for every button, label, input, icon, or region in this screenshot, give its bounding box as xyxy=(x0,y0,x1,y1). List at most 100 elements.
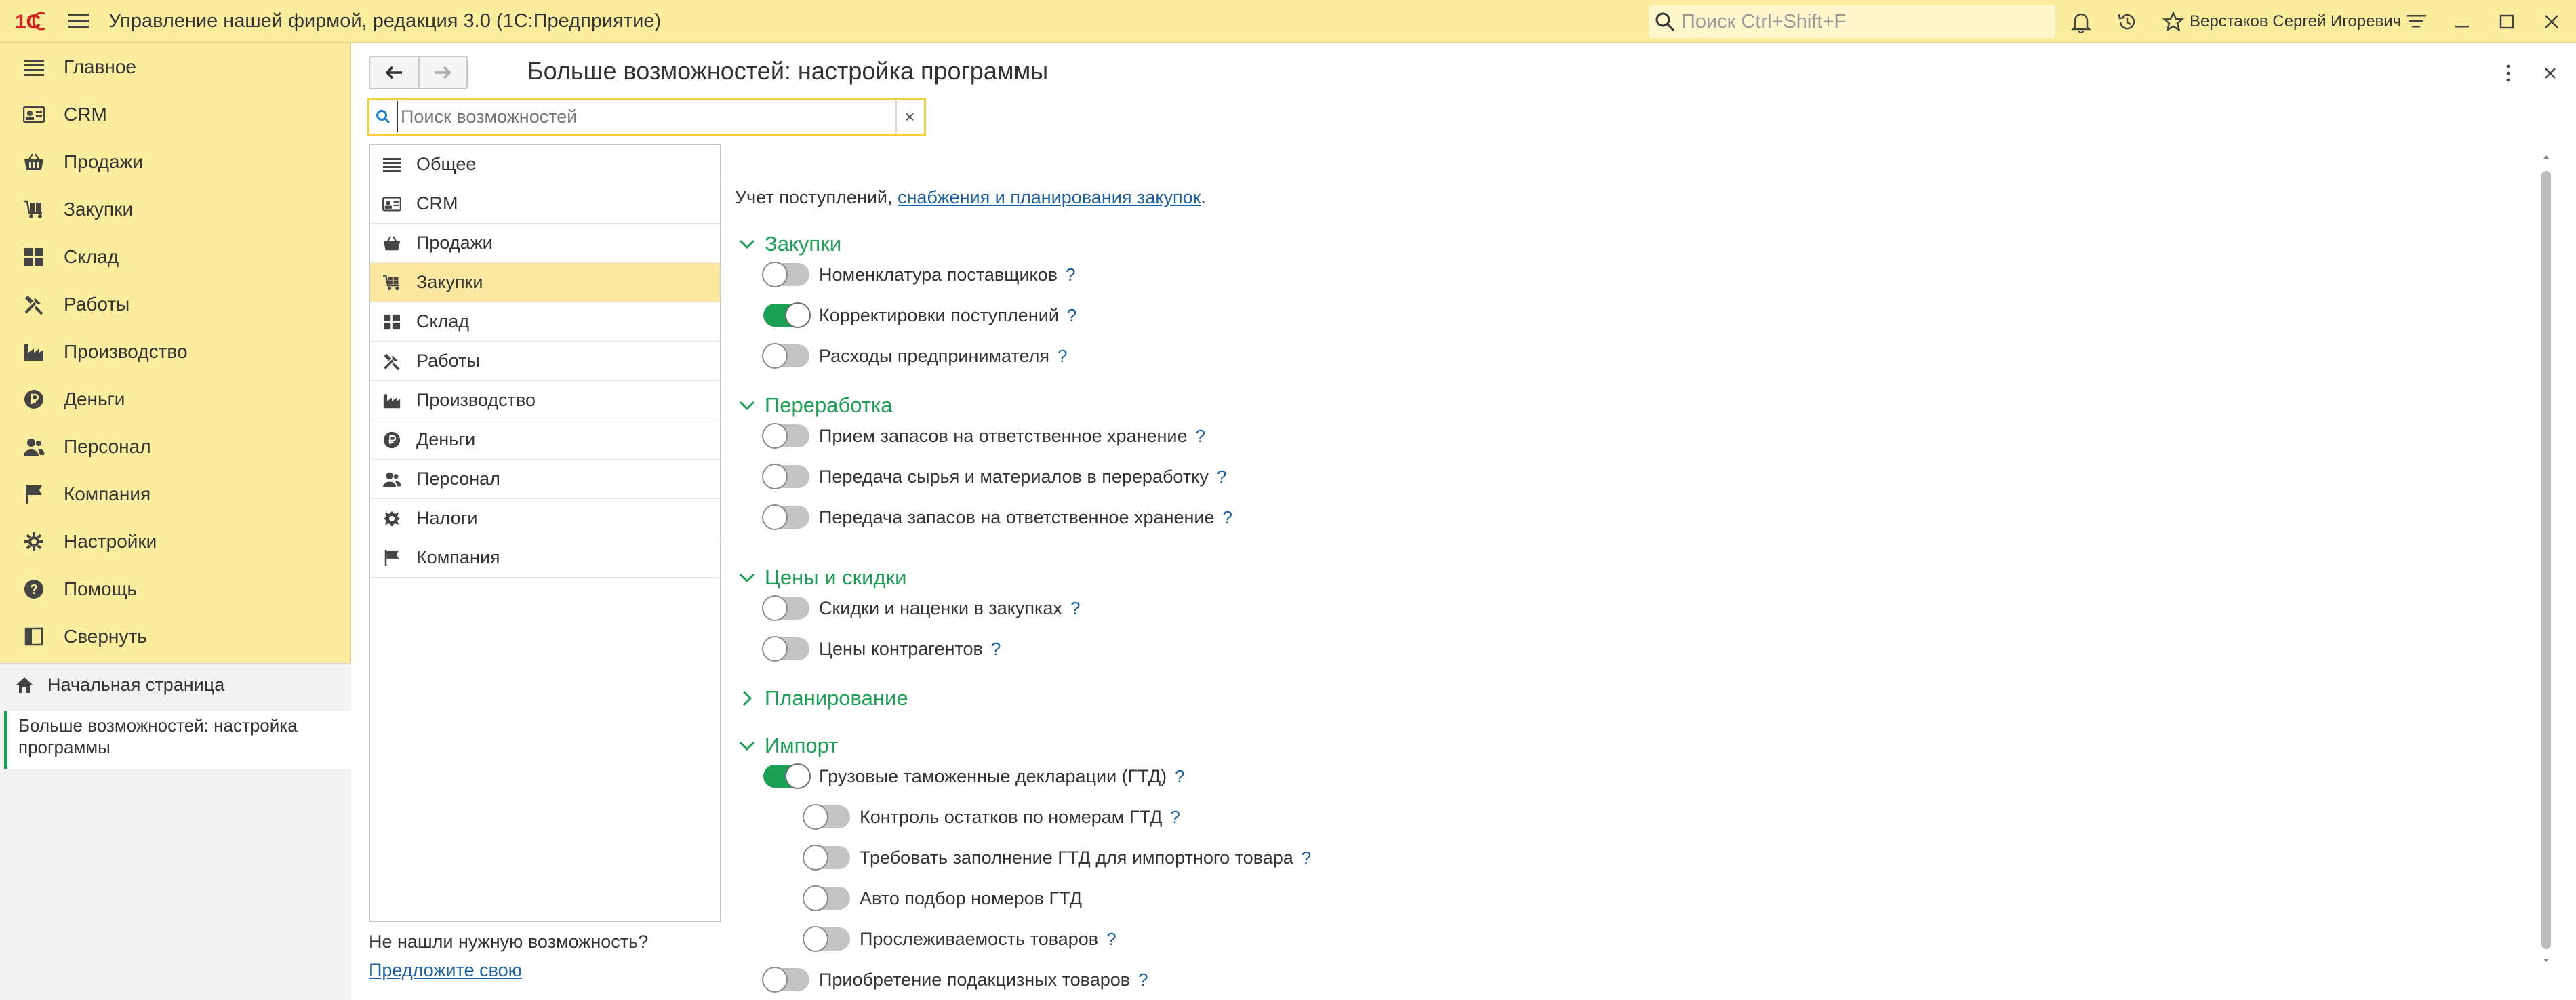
option-toggle[interactable] xyxy=(803,804,850,830)
settings-menu-icon[interactable] xyxy=(2394,0,2438,43)
group-header-purchases[interactable]: Закупки xyxy=(738,232,841,256)
section-item-personnel[interactable]: Персонал xyxy=(370,460,720,499)
sidebar-item-money[interactable]: Деньги xyxy=(0,376,351,423)
sidebar-item-works[interactable]: Работы xyxy=(0,281,351,328)
group-header-import[interactable]: Импорт xyxy=(738,734,838,758)
suggest-link[interactable]: Предложите свою xyxy=(369,960,522,981)
sidebar-item-label: Склад xyxy=(64,246,119,267)
people-icon xyxy=(20,433,47,460)
clear-search-button[interactable]: × xyxy=(895,100,923,134)
option-toggle[interactable] xyxy=(803,845,850,871)
option-toggle[interactable] xyxy=(762,504,809,530)
warehouse-icon xyxy=(381,311,403,333)
sidebar-item-main[interactable]: Главное xyxy=(0,43,351,91)
maximize-icon[interactable] xyxy=(2485,0,2529,43)
option-toggle[interactable] xyxy=(762,262,809,287)
group-header-processing[interactable]: Переработка xyxy=(738,393,892,418)
section-item-sales[interactable]: Продажи xyxy=(370,224,720,263)
group-title: Переработка xyxy=(765,393,893,417)
sidebar-item-purchases[interactable]: Закупки xyxy=(0,186,351,233)
help-link[interactable]: ? xyxy=(1106,929,1116,950)
option-toggle[interactable] xyxy=(762,967,809,993)
sidebar-item-crm[interactable]: CRM xyxy=(0,91,351,138)
option-toggle[interactable] xyxy=(763,302,811,328)
option-toggle[interactable] xyxy=(803,926,850,952)
sidebar-item-settings[interactable]: Настройки xyxy=(0,518,351,565)
section-item-company[interactable]: Компания xyxy=(370,538,720,578)
form-close-icon[interactable] xyxy=(2537,60,2564,87)
chevron-down-icon xyxy=(738,235,757,254)
section-item-purchases[interactable]: Закупки xyxy=(370,263,720,302)
close-icon[interactable] xyxy=(2530,0,2573,43)
chevron-right-icon xyxy=(738,689,757,708)
option-label: Приобретение подакцизных товаров xyxy=(819,969,1131,990)
section-label: CRM xyxy=(416,193,458,214)
help-link[interactable]: ? xyxy=(1223,507,1232,528)
global-search-placeholder: Поиск Ctrl+Shift+F xyxy=(1681,10,1847,33)
bell-icon[interactable] xyxy=(2059,0,2103,43)
option-label: Требовать заполнение ГТД для импортного … xyxy=(860,847,1293,868)
user-name[interactable]: Верстаков Сергей Игоревич xyxy=(2190,12,2401,31)
scrollbar-thumb[interactable] xyxy=(2541,171,2551,949)
group-header-prices[interactable]: Цены и скидки xyxy=(738,565,906,590)
help-link[interactable]: ? xyxy=(1217,466,1226,487)
help-link[interactable]: ? xyxy=(1066,264,1075,285)
sidebar-item-production[interactable]: Производство xyxy=(0,328,351,376)
help-link[interactable]: ? xyxy=(1138,969,1148,991)
option-toggle[interactable] xyxy=(763,763,811,789)
option-label: Прослеживаемость товаров xyxy=(860,928,1099,949)
minimize-icon[interactable] xyxy=(2440,0,2484,43)
sidebar-item-warehouse[interactable]: Склад xyxy=(0,233,351,281)
more-actions-icon[interactable] xyxy=(2495,60,2522,87)
help-link[interactable]: ? xyxy=(1170,807,1180,828)
section-item-crm[interactable]: CRM xyxy=(370,184,720,224)
history-icon[interactable] xyxy=(2106,0,2149,43)
back-button[interactable] xyxy=(370,57,418,88)
option-toggle[interactable] xyxy=(762,636,809,662)
help-link[interactable]: ? xyxy=(1195,426,1205,447)
section-item-taxes[interactable]: Налоги xyxy=(370,499,720,538)
group-title: Импорт xyxy=(765,734,839,757)
option-toggle[interactable] xyxy=(762,343,809,369)
help-link[interactable]: ? xyxy=(1175,766,1184,787)
help-link[interactable]: ? xyxy=(1058,346,1067,367)
flag-icon xyxy=(381,547,403,569)
section-label: Деньги xyxy=(416,429,476,449)
option-label: Передача сырья и материалов в переработк… xyxy=(819,466,1209,487)
main-menu-icon[interactable] xyxy=(64,0,94,43)
sidebar-item-personnel[interactable]: Персонал xyxy=(0,423,351,471)
section-item-general[interactable]: Общее xyxy=(370,145,720,184)
1c-logo[interactable]: 1С xyxy=(12,0,56,43)
home-page-link[interactable]: Начальная страница xyxy=(0,664,351,705)
sidebar-item-help[interactable]: ? Помощь xyxy=(0,565,351,613)
section-item-warehouse[interactable]: Склад xyxy=(370,302,720,342)
option-toggle[interactable] xyxy=(803,885,850,911)
star-icon[interactable] xyxy=(2152,0,2195,43)
section-item-production[interactable]: Производство xyxy=(370,381,720,420)
sidebar-item-sales[interactable]: Продажи xyxy=(0,138,351,186)
intro-link[interactable]: снабжения и планирования закупок xyxy=(898,187,1201,207)
section-item-money[interactable]: Деньги xyxy=(370,420,720,460)
option-row: Прослеживаемость товаров ? xyxy=(803,926,1116,952)
sidebar-item-collapse[interactable]: Свернуть xyxy=(0,613,351,660)
option-label: Номенклатура поставщиков xyxy=(819,264,1058,285)
sidebar: Главное CRM Продажи Закупки Склад Работы… xyxy=(0,43,351,1000)
feature-search-input[interactable] xyxy=(397,101,895,132)
option-toggle[interactable] xyxy=(762,423,809,449)
app-title: Управление нашей фирмой, редакция 3.0 (1… xyxy=(108,9,662,32)
help-link[interactable]: ? xyxy=(1302,847,1311,868)
crm-card-icon xyxy=(20,101,47,128)
section-item-works[interactable]: Работы xyxy=(370,342,720,381)
group-header-planning[interactable]: Планирование xyxy=(738,686,908,711)
open-window-item[interactable]: Больше возможностей: настройка программы xyxy=(4,711,351,769)
option-toggle[interactable] xyxy=(762,595,809,621)
sidebar-item-company[interactable]: Компания xyxy=(0,471,351,518)
option-row: Передача сырья и материалов в переработк… xyxy=(762,464,1226,489)
help-link[interactable]: ? xyxy=(1067,305,1076,326)
global-search-input[interactable]: Поиск Ctrl+Shift+F xyxy=(1649,5,2055,38)
forward-button[interactable] xyxy=(418,57,466,88)
help-link[interactable]: ? xyxy=(1070,598,1080,619)
option-toggle[interactable] xyxy=(762,464,809,489)
option-row: Цены контрагентов ? xyxy=(762,636,1001,662)
help-link[interactable]: ? xyxy=(991,639,1001,660)
